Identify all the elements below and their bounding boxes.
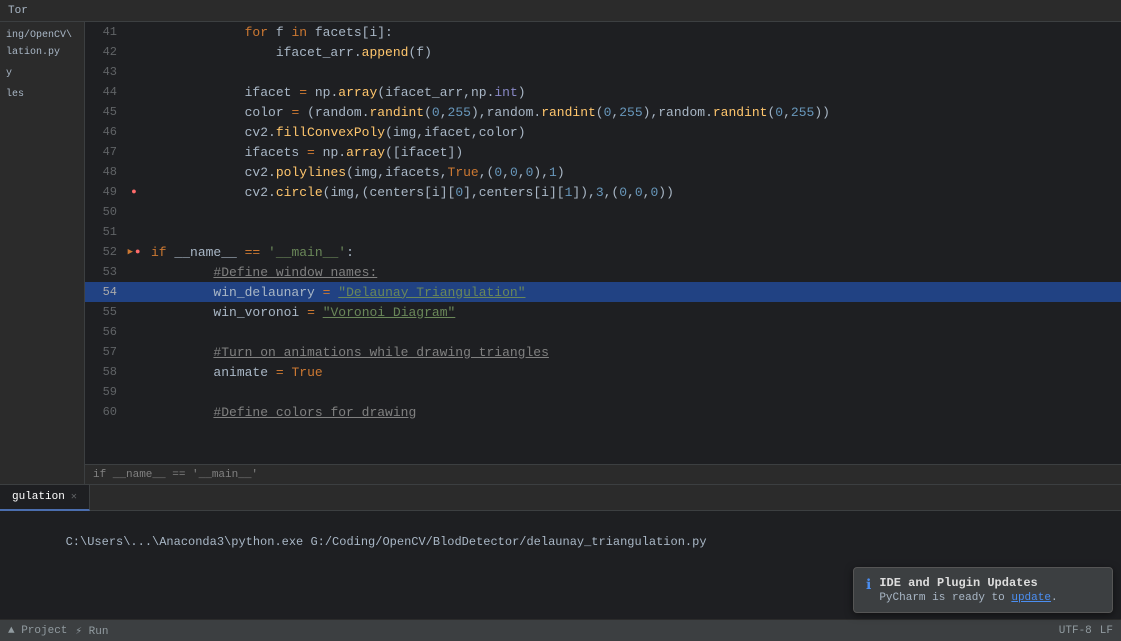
- footer-line-text: if __name__ == '__main__': [93, 469, 258, 481]
- code-text-42: ifacet_arr.append(f): [145, 45, 432, 60]
- code-line-59: 59: [85, 382, 1121, 402]
- line-num-44: 44: [85, 82, 123, 102]
- code-line-51: 51: [85, 222, 1121, 242]
- line-num-43: 43: [85, 62, 123, 82]
- code-text-54: win_delaunary = "Delaunay Triangulation": [145, 285, 526, 300]
- line-num-59: 59: [85, 382, 123, 402]
- code-text-60: #Define colors for drawing: [145, 405, 416, 420]
- code-text-45: color = (random.randint(0,255),random.ra…: [145, 105, 830, 120]
- code-text-46: cv2.fillConvexPoly(img,ifacet,color): [145, 125, 526, 140]
- notification-popup: ℹ IDE and Plugin Updates PyCharm is read…: [853, 567, 1113, 613]
- line-num-58: 58: [85, 362, 123, 382]
- code-text-57: #Turn on animations while drawing triang…: [145, 345, 549, 360]
- code-content: 41 for f in facets[i]: 42 ifacet_arr.app…: [85, 22, 1121, 464]
- breakpoint-49: ●: [131, 187, 136, 197]
- top-bar-path: Tor: [8, 5, 28, 17]
- code-line-60: 60 #Define colors for drawing: [85, 402, 1121, 422]
- code-line-53: 53 #Define window names:: [85, 262, 1121, 282]
- terminal-tab-label: gulation: [12, 491, 65, 503]
- code-line-50: 50: [85, 202, 1121, 222]
- code-line-57: 57 #Turn on animations while drawing tri…: [85, 342, 1121, 362]
- line-num-57: 57: [85, 342, 123, 362]
- sidebar-item-3[interactable]: y: [0, 65, 84, 82]
- notification-text: IDE and Plugin Updates PyCharm is ready …: [879, 576, 1057, 604]
- line-num-60: 60: [85, 402, 123, 422]
- code-line-49: 49 ● cv2.circle(img,(centers[i][0],cente…: [85, 182, 1121, 202]
- line-num-46: 46: [85, 122, 123, 142]
- breakpoint-52: ●: [135, 247, 140, 257]
- terminal-command: C:\Users\...\Anaconda3\python.exe G:/Cod…: [66, 535, 707, 549]
- code-line-48: 48 cv2.polylines(img,ifacets,True,(0,0,0…: [85, 162, 1121, 182]
- footer-line-bar: if __name__ == '__main__': [85, 464, 1121, 484]
- line-num-49: 49: [85, 182, 123, 202]
- notification-body: PyCharm is ready to update.: [879, 592, 1057, 604]
- top-bar: Tor: [0, 0, 1121, 22]
- sidebar-item-2[interactable]: lation.py: [0, 44, 84, 61]
- line-num-51: 51: [85, 222, 123, 242]
- code-line-47: 47 ifacets = np.array([ifacet]): [85, 142, 1121, 162]
- terminal-close-icon[interactable]: ✕: [71, 491, 77, 503]
- status-left: ▲ Project ⚡ Run: [8, 624, 108, 638]
- code-line-46: 46 cv2.fillConvexPoly(img,ifacet,color): [85, 122, 1121, 142]
- gutter-49: ●: [123, 187, 145, 197]
- notification-body-suffix: .: [1051, 592, 1058, 604]
- code-view: 41 for f in facets[i]: 42 ifacet_arr.app…: [85, 22, 1121, 464]
- code-line-44: 44 ifacet = np.array(ifacet_arr,np.int): [85, 82, 1121, 102]
- code-line-42: 42 ifacet_arr.append(f): [85, 42, 1121, 62]
- code-text-41: for f in facets[i]:: [145, 25, 393, 40]
- gutter-52: ▶ ●: [123, 247, 145, 257]
- editor-area: 41 for f in facets[i]: 42 ifacet_arr.app…: [85, 22, 1121, 484]
- code-line-52: 52 ▶ ● if __name__ == '__main__':: [85, 242, 1121, 262]
- line-num-45: 45: [85, 102, 123, 122]
- notification-title: IDE and Plugin Updates: [879, 576, 1057, 590]
- line-num-55: 55: [85, 302, 123, 322]
- app-window: Tor ing/OpenCV\ lation.py y les 41 fo: [0, 0, 1121, 641]
- code-line-58: 58 animate = True: [85, 362, 1121, 382]
- code-line-43: 43: [85, 62, 1121, 82]
- status-eol: LF: [1100, 625, 1113, 637]
- status-encoding: UTF-8: [1059, 625, 1092, 637]
- sidebar-item-1[interactable]: ing/OpenCV\: [0, 22, 84, 44]
- line-num-42: 42: [85, 42, 123, 62]
- status-run[interactable]: ⚡ Run: [75, 624, 108, 638]
- line-num-54: 54: [85, 282, 123, 302]
- code-text-47: ifacets = np.array([ifacet]): [145, 145, 463, 160]
- code-line-45: 45 color = (random.randint(0,255),random…: [85, 102, 1121, 122]
- notification-icon: ℹ: [866, 577, 871, 594]
- code-line-41: 41 for f in facets[i]:: [85, 22, 1121, 42]
- code-text-44: ifacet = np.array(ifacet_arr,np.int): [145, 85, 526, 100]
- line-num-52: 52: [85, 242, 123, 262]
- sidebar-item-4[interactable]: les: [0, 86, 84, 103]
- notification-update-link[interactable]: update: [1011, 592, 1051, 604]
- code-text-48: cv2.polylines(img,ifacets,True,(0,0,0),1…: [145, 165, 565, 180]
- code-text-55: win_voronoi = "Voronoi Diagram": [145, 305, 455, 320]
- terminal-command-line: C:\Users\...\Anaconda3\python.exe G:/Cod…: [8, 515, 1113, 569]
- debug-arrow-52: ▶: [128, 247, 133, 257]
- status-bar: ▲ Project ⚡ Run UTF-8 LF: [0, 619, 1121, 641]
- line-num-48: 48: [85, 162, 123, 182]
- code-line-54: 54 win_delaunary = "Delaunay Triangulati…: [85, 282, 1121, 302]
- code-text-52: if __name__ == '__main__':: [145, 245, 354, 260]
- line-num-47: 47: [85, 142, 123, 162]
- terminal-tab-1[interactable]: gulation ✕: [0, 485, 90, 511]
- notification-body-prefix: PyCharm is ready to: [879, 592, 1011, 604]
- code-text-53: #Define window names:: [145, 265, 377, 280]
- sidebar: ing/OpenCV\ lation.py y les: [0, 22, 85, 484]
- line-num-41: 41: [85, 22, 123, 42]
- terminal-tabs: gulation ✕: [0, 485, 1121, 511]
- code-line-55: 55 win_voronoi = "Voronoi Diagram": [85, 302, 1121, 322]
- line-num-53: 53: [85, 262, 123, 282]
- line-num-56: 56: [85, 322, 123, 342]
- status-right: UTF-8 LF: [1059, 625, 1113, 637]
- status-project[interactable]: ▲ Project: [8, 625, 67, 637]
- code-line-56: 56: [85, 322, 1121, 342]
- code-text-58: animate = True: [145, 365, 323, 380]
- code-text-49: cv2.circle(img,(centers[i][0],centers[i]…: [145, 185, 674, 200]
- line-num-50: 50: [85, 202, 123, 222]
